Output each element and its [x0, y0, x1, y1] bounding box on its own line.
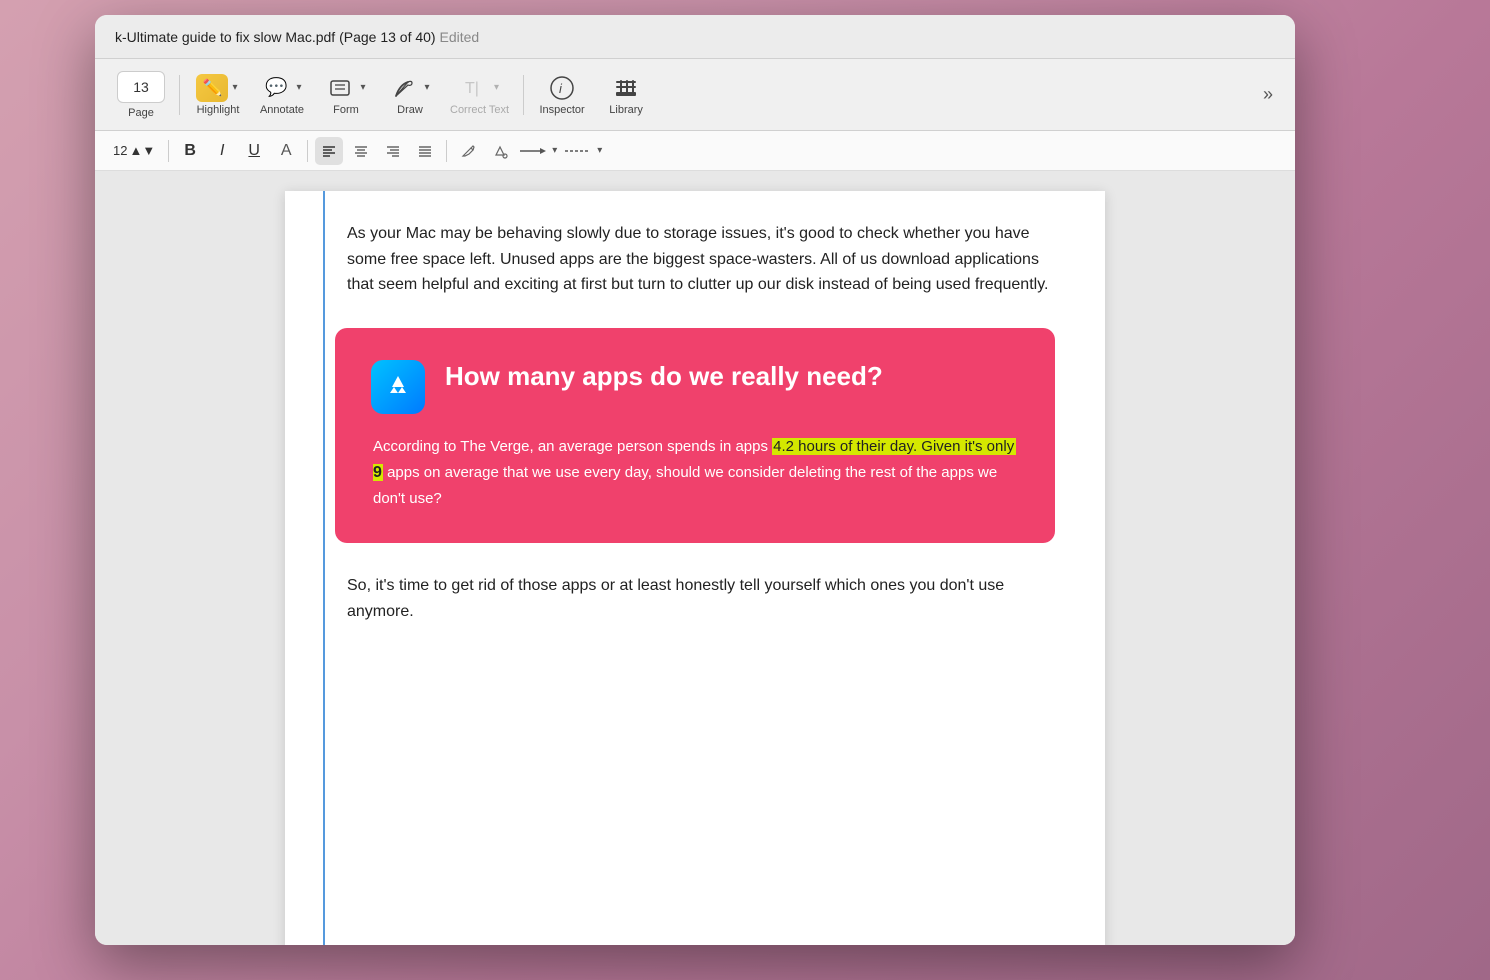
align-left-button[interactable]	[315, 137, 343, 165]
pen-tool-button[interactable]	[454, 137, 482, 165]
draw-label: Draw	[397, 104, 423, 116]
page-number-input[interactable]: 13	[117, 71, 165, 103]
form-chevron[interactable]: ▾	[358, 80, 367, 95]
fill-tool-button[interactable]	[486, 137, 514, 165]
dash-style-button[interactable]	[563, 137, 591, 165]
italic-label: I	[220, 142, 224, 160]
font-size-value: 12	[113, 143, 127, 158]
highlight-num-span: 9	[373, 464, 382, 481]
color-label: A	[281, 142, 292, 160]
inspector-label: Inspector	[539, 104, 584, 116]
pdf-viewport[interactable]: As your Mac may be behaving slowly due t…	[95, 171, 1295, 945]
correct-text-tool-group[interactable]: T| ▾ Correct Text	[444, 70, 515, 120]
paragraph-2-text: So, it's time to get rid of those apps o…	[347, 577, 1004, 620]
line-style-chevron[interactable]: ▾	[550, 143, 559, 158]
highlight-icon: ✏️	[196, 74, 228, 102]
sec-divider-1	[168, 140, 169, 162]
line-style-button[interactable]	[518, 137, 546, 165]
document-title: k-Ultimate guide to fix slow Mac.pdf (Pa…	[115, 29, 479, 45]
sec-divider-2	[307, 140, 308, 162]
content-area: As your Mac may be behaving slowly due t…	[95, 171, 1295, 945]
text-color-button[interactable]: A	[272, 137, 300, 165]
highlight-span: 4.2 hours of their day. Given it's only	[773, 438, 1014, 455]
align-center-button[interactable]	[347, 137, 375, 165]
form-icon	[324, 74, 356, 102]
pink-card-header: How many apps do we really need?	[371, 360, 1019, 414]
dash-style-chevron[interactable]: ▾	[595, 143, 604, 158]
annotate-tool-group[interactable]: 💬 ▾ Annotate	[252, 70, 312, 120]
pdf-page: As your Mac may be behaving slowly due t…	[285, 191, 1105, 945]
underline-label: U	[248, 142, 260, 160]
inspector-icon: i	[546, 74, 578, 102]
divider-2	[523, 75, 524, 115]
library-label: Library	[609, 104, 643, 116]
font-size-dropdown[interactable]: 12 ▲▼	[107, 139, 161, 162]
highlight-tool-group[interactable]: ✏️ ▾ Highlight	[188, 70, 248, 120]
library-tool-group[interactable]: Library	[596, 70, 656, 120]
paragraph-2: So, it's time to get rid of those apps o…	[335, 573, 1055, 624]
secondary-toolbar: 12 ▲▼ B I U A	[95, 131, 1295, 171]
page-tool-group[interactable]: 13 Page	[111, 67, 171, 123]
draw-icon	[388, 74, 420, 102]
card-body-before: According to The Verge, an average perso…	[373, 438, 772, 455]
sec-divider-3	[446, 140, 447, 162]
align-right-button[interactable]	[379, 137, 407, 165]
correct-text-icon: T|	[458, 74, 490, 102]
highlight-chevron[interactable]: ▾	[230, 80, 239, 95]
italic-button[interactable]: I	[208, 137, 236, 165]
paragraph-1: As your Mac may be behaving slowly due t…	[335, 221, 1055, 298]
app-store-icon	[371, 360, 425, 414]
form-tool-group[interactable]: ▾ Form	[316, 70, 376, 120]
svg-text:T|: T|	[465, 80, 479, 97]
title-text: k-Ultimate guide to fix slow Mac.pdf (Pa…	[115, 29, 436, 45]
highlight-label: Highlight	[197, 104, 240, 116]
underline-button[interactable]: U	[240, 137, 268, 165]
correct-text-label: Correct Text	[450, 104, 509, 116]
annotate-chevron[interactable]: ▾	[294, 80, 303, 95]
app-window: k-Ultimate guide to fix slow Mac.pdf (Pa…	[95, 15, 1295, 945]
draw-chevron[interactable]: ▾	[422, 80, 431, 95]
form-label: Form	[333, 104, 359, 116]
pink-card: How many apps do we really need? Accordi…	[335, 328, 1055, 544]
page-label: Page	[128, 107, 154, 119]
title-bar: k-Ultimate guide to fix slow Mac.pdf (Pa…	[95, 15, 1295, 59]
justify-button[interactable]	[411, 137, 439, 165]
draw-tool-group[interactable]: ▾ Draw	[380, 70, 440, 120]
more-button[interactable]: »	[1257, 78, 1279, 111]
svg-text:i: i	[559, 81, 563, 96]
card-title: How many apps do we really need?	[445, 360, 883, 394]
correct-text-chevron[interactable]: ▾	[492, 80, 501, 95]
card-body-after: apps on average that we use every day, s…	[373, 464, 997, 506]
edited-status: Edited	[439, 29, 479, 45]
annotate-label: Annotate	[260, 104, 304, 116]
highlighted-text-1: 4.2 hours of their day. Given it's only	[772, 438, 1015, 455]
annotate-icon: 💬	[260, 74, 292, 102]
card-body: According to The Verge, an average perso…	[371, 434, 1019, 512]
main-toolbar: 13 Page ✏️ ▾ Highlight 💬 ▾ Annotate	[95, 59, 1295, 131]
divider-1	[179, 75, 180, 115]
bold-label: B	[184, 142, 196, 160]
library-icon	[610, 74, 642, 102]
font-size-chevron: ▲▼	[129, 143, 155, 158]
bold-button[interactable]: B	[176, 137, 204, 165]
inspector-tool-group[interactable]: i Inspector	[532, 70, 592, 120]
